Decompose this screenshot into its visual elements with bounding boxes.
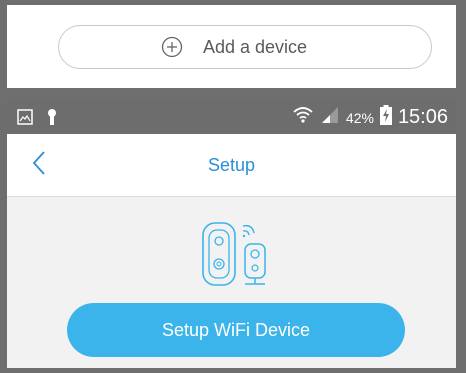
keyhole-icon bbox=[47, 108, 57, 131]
add-device-label: Add a device bbox=[202, 36, 308, 57]
battery-percent: 42% bbox=[345, 109, 374, 126]
add-device-panel: Add a device bbox=[7, 5, 456, 88]
gallery-icon bbox=[17, 109, 33, 130]
setup-content: Setup WiFi Device bbox=[7, 197, 456, 368]
clock: 15:06 bbox=[397, 106, 448, 128]
add-device-button[interactable]: Add a device bbox=[58, 25, 432, 69]
nav-bar: Setup bbox=[7, 134, 456, 197]
wifi-icon bbox=[292, 105, 314, 130]
battery-charging-icon bbox=[379, 105, 392, 130]
plus-circle-icon bbox=[161, 36, 183, 58]
page-title: Setup bbox=[207, 155, 256, 175]
signal-icon bbox=[320, 106, 340, 129]
setup-wifi-device-button[interactable]: Setup WiFi Device bbox=[67, 303, 405, 357]
camera-illustration bbox=[199, 218, 279, 290]
status-bar: 42% 15:06 bbox=[7, 100, 456, 134]
phone-screen: 42% 15:06 Setup Setup WiFi Device bbox=[7, 100, 456, 368]
